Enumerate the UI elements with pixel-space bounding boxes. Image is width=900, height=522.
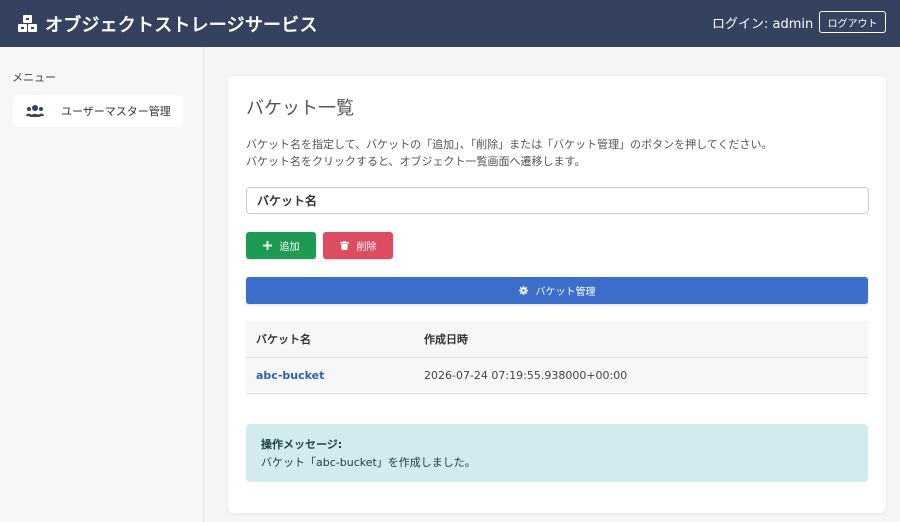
bucket-manage-button[interactable]: バケット管理 [246,277,868,304]
bucket-name-input[interactable] [246,187,869,214]
alert-message: バケット「abc-bucket」を作成しました。 [261,456,476,469]
table-row: abc-bucket 2026-07-24 07:19:55.938000+00… [246,358,868,394]
plus-icon [262,241,272,250]
users-icon [26,105,44,117]
created-at-cell: 2026-07-24 07:19:55.938000+00:00 [424,369,628,382]
column-header-bucket-name: バケット名 [256,333,311,346]
trash-icon [339,241,349,250]
bucket-link[interactable]: abc-bucket [256,369,324,382]
delete-button[interactable]: 削除 [323,232,393,259]
bucket-table: バケット名 作成日時 abc-bucket 2026-07-24 07:19:5… [246,321,868,394]
brand: オブジェクトストレージサービス [17,11,318,37]
add-button-label: 追加 [279,242,300,253]
delete-button-label: 削除 [356,242,377,253]
login-user-label: ログイン: admin [712,17,814,32]
add-button[interactable]: 追加 [246,232,316,259]
app-header: オブジェクトストレージサービス ログイン: admin ログアウト [0,0,900,47]
table-header: バケット名 作成日時 [246,321,868,358]
logout-button[interactable]: ログアウト [819,11,886,33]
bucket-manage-button-label: バケット管理 [535,287,596,298]
sidebar-item-user-master[interactable]: ユーザーマスター管理 [13,95,183,127]
sidebar: メニュー ユーザーマスター管理 [0,47,204,522]
sidebar-item-label: ユーザーマスター管理 [61,105,171,118]
column-header-created-at: 作成日時 [424,333,468,346]
description-line-1: バケット名を指定して、バケットの「追加」、「削除」または「バケット管理」のボタン… [246,138,773,151]
menu-heading: メニュー [12,71,56,84]
bucket-list-card: バケット一覧 バケット名を指定して、バケットの「追加」、「削除」または「バケット… [228,76,886,513]
alert-title: 操作メッセージ: [261,438,343,451]
description-line-2: バケット名をクリックすると、オブジェクト一覧画面へ遷移します。 [246,155,586,168]
gear-icon [518,286,528,295]
app-title: オブジェクトストレージサービス [45,14,318,36]
operation-message-alert: 操作メッセージ: バケット「abc-bucket」を作成しました。 [246,424,868,482]
page-title: バケット一覧 [246,98,354,119]
cubes-icon [18,14,37,32]
